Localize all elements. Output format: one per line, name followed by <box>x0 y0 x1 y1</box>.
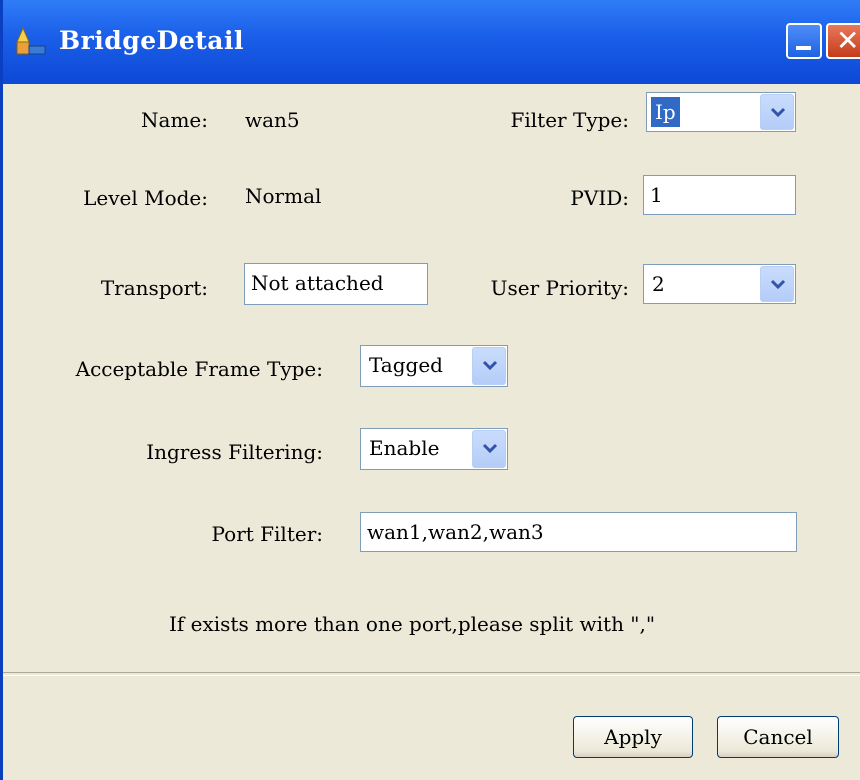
minimize-button[interactable] <box>786 23 822 59</box>
acceptable-frame-type-dropdown-button[interactable] <box>472 347 506 385</box>
ingress-filtering-select[interactable]: Enable <box>360 428 508 470</box>
user-priority-select[interactable]: 2 <box>643 264 796 304</box>
chevron-down-icon <box>770 107 786 118</box>
acceptable-frame-type-select[interactable]: Tagged <box>360 345 508 387</box>
filter-type-value: Ip <box>651 97 680 127</box>
close-icon: ✕ <box>836 24 860 57</box>
window-title: BridgeDetail <box>59 26 244 55</box>
close-button[interactable]: ✕ <box>826 23 860 59</box>
chevron-down-icon <box>770 279 786 290</box>
level-mode-label: Level Mode: <box>83 186 208 210</box>
port-filter-label: Port Filter: <box>211 522 323 546</box>
filter-type-label: Filter Type: <box>510 108 629 132</box>
title-bar[interactable]: BridgeDetail ✕ <box>3 0 860 84</box>
pvid-input[interactable]: 1 <box>643 175 796 215</box>
bridge-app-icon <box>16 26 46 55</box>
chevron-down-icon <box>482 360 498 371</box>
bridge-detail-dialog: BridgeDetail ✕ Name: wan5 Filter Type: I… <box>0 0 860 780</box>
acceptable-frame-type-value: Tagged <box>369 353 443 377</box>
user-priority-label: User Priority: <box>490 276 629 300</box>
name-value: wan5 <box>245 108 300 132</box>
transport-label: Transport: <box>100 276 208 300</box>
ingress-filtering-dropdown-button[interactable] <box>472 430 506 468</box>
chevron-down-icon <box>482 443 498 454</box>
cancel-button[interactable]: Cancel <box>717 716 839 758</box>
ingress-filtering-value: Enable <box>369 436 440 460</box>
user-priority-value: 2 <box>652 272 665 296</box>
filter-type-select[interactable]: Ip <box>646 92 796 132</box>
level-mode-value: Normal <box>245 184 322 208</box>
ingress-filtering-label: Ingress Filtering: <box>146 440 323 464</box>
user-priority-dropdown-button[interactable] <box>760 266 794 302</box>
pvid-label: PVID: <box>570 186 629 210</box>
acceptable-frame-type-label: Acceptable Frame Type: <box>75 357 323 381</box>
apply-button[interactable]: Apply <box>573 716 693 758</box>
port-filter-input[interactable]: wan1,wan2,wan3 <box>360 512 797 552</box>
name-label: Name: <box>141 108 208 132</box>
filter-type-dropdown-button[interactable] <box>760 94 794 130</box>
transport-field[interactable]: Not attached <box>244 263 428 305</box>
button-separator <box>3 672 860 676</box>
port-filter-hint: If exists more than one port,please spli… <box>169 612 656 636</box>
